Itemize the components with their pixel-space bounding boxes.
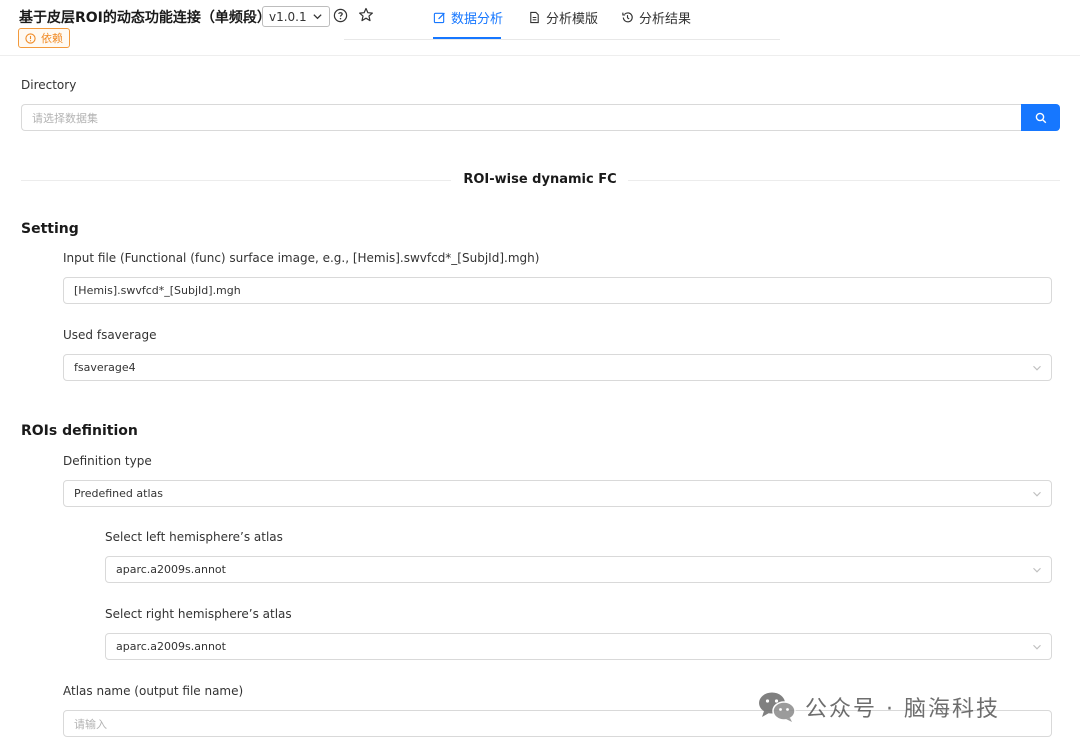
directory-placeholder: 请选择数据集 [32,111,98,125]
tab-label: 分析模版 [546,12,599,27]
version-select[interactable]: v1.0.1 [262,6,330,27]
app-title: 基于皮层ROI的动态功能连接（单频段） [19,10,271,26]
section-divider-title: ROI-wise dynamic FC [463,172,617,187]
search-button[interactable] [1021,104,1060,131]
atlas-name-label: Atlas name (output file name) [63,684,244,698]
divider-line-right [628,180,1060,181]
search-icon [1035,112,1046,123]
chevron-down-icon [1033,567,1041,573]
atlas-name-placeholder: 请输入 [74,717,107,731]
tab-label: 数据分析 [451,12,504,27]
right-atlas-label: Select right hemisphere’s atlas [105,607,292,621]
chevron-down-icon [313,14,322,20]
input-file-value: [Hemis].swvfcd*_[SubjId].mgh [74,284,241,297]
tab-bar: 数据分析 分析模版 分析结果 [344,0,780,40]
definition-type-label: Definition type [63,454,152,468]
version-label: v1.0.1 [269,9,307,24]
right-atlas-value: aparc.a2009s.annot [116,640,226,653]
header-bar: 基于皮层ROI的动态功能连接（单频段） v1.0.1 依赖 数据分析 分析模版 … [0,0,1080,56]
definition-type-value: Predefined atlas [74,487,163,500]
wechat-watermark: 公众号 · 脑海科技 [757,690,1000,724]
chevron-down-icon [1033,644,1041,650]
left-atlas-value: aparc.a2009s.annot [116,563,226,576]
input-file-label: Input file (Functional (func) surface im… [63,251,540,265]
file-icon [530,11,539,24]
left-atlas-select[interactable]: aparc.a2009s.annot [105,556,1052,583]
wechat-icon [759,692,796,722]
tab-analysis-results[interactable]: 分析结果 [621,8,691,38]
directory-input[interactable]: 请选择数据集 [21,104,1022,131]
rois-title: ROIs definition [21,423,138,439]
history-icon [622,12,633,23]
chevron-down-icon [1033,365,1041,371]
tab-data-analysis[interactable]: 数据分析 [433,8,503,38]
divider-line-left [21,180,451,181]
directory-label: Directory [21,78,77,92]
info-circle-icon [25,32,36,44]
definition-type-select[interactable]: Predefined atlas [63,480,1052,507]
fsaverage-label: Used fsaverage [63,328,157,342]
dependency-badge[interactable]: 依赖 [18,28,70,48]
dependency-badge-label: 依赖 [41,32,63,45]
input-file-field[interactable]: [Hemis].swvfcd*_[SubjId].mgh [63,277,1052,304]
watermark-text: 公众号 · 脑海科技 [805,697,1000,722]
chevron-down-icon [1033,491,1041,497]
edit-icon [433,12,445,24]
active-tab-indicator [433,37,501,39]
fsaverage-value: fsaverage4 [74,361,136,374]
setting-title: Setting [21,221,79,237]
left-atlas-label: Select left hemisphere’s atlas [105,530,283,544]
right-atlas-select[interactable]: aparc.a2009s.annot [105,633,1052,660]
fsaverage-select[interactable]: fsaverage4 [63,354,1052,381]
tab-analysis-template[interactable]: 分析模版 [528,8,598,38]
tab-label: 分析结果 [639,12,692,27]
